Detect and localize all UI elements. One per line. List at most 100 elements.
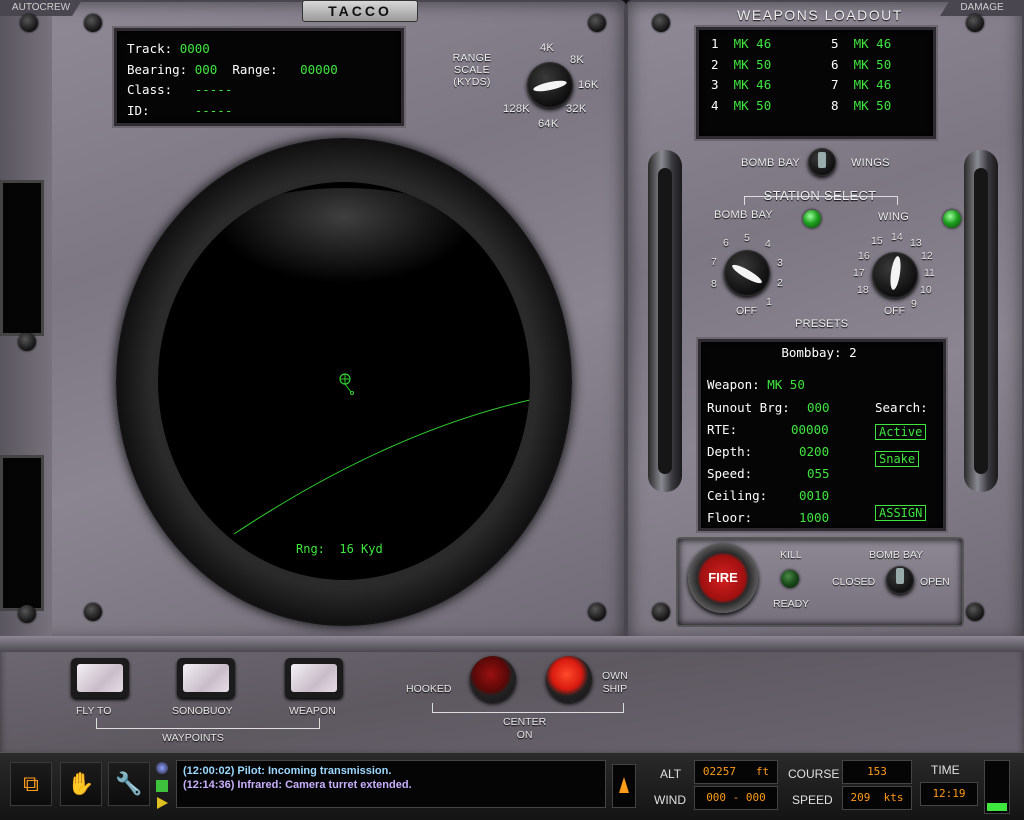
id-label: ID: [127, 102, 150, 118]
course-label: COURSE [788, 767, 840, 781]
crew-button[interactable]: ✋ [60, 762, 102, 806]
kill-label: KILL [780, 549, 802, 561]
weapon-field[interactable]: Weapon: MK 50 [707, 377, 805, 392]
bay-tick-1: 1 [766, 296, 772, 308]
wing-tick-12: 12 [921, 250, 933, 262]
heading-arrow-icon [619, 777, 629, 793]
sonobuoy-button[interactable] [177, 658, 235, 698]
right-handle-slot [974, 168, 988, 474]
wing-tick-9: 9 [911, 298, 917, 310]
loadout-row[interactable]: 5 MK 46 [831, 34, 891, 55]
runout-label: Runout Brg: [707, 400, 790, 415]
scope-plot [233, 373, 530, 535]
track-label: Track: [127, 41, 173, 56]
screw [84, 603, 102, 621]
time-value: 12:19 [920, 782, 978, 806]
tacco-title-plate: TACCO [302, 0, 418, 22]
bomb-bay-toggle-label: BOMB BAY [741, 157, 801, 169]
loadout-row[interactable]: 1 MK 46 [711, 34, 831, 55]
wing-tick-13: 13 [910, 237, 922, 249]
throttle-gauge [984, 760, 1010, 814]
screw [18, 605, 36, 623]
center-own-ship-button[interactable] [546, 656, 592, 702]
message-play-icon[interactable] [157, 797, 168, 809]
bomb-bay-door-label: BOMB BAY [869, 549, 924, 561]
bay-tick-4: 4 [765, 238, 771, 250]
own-ship-label: OWN SHIP [602, 670, 628, 695]
floor-value[interactable]: 1000 [799, 510, 829, 525]
ceiling-value[interactable]: 0010 [799, 488, 829, 503]
center-on-label: CENTER ON [503, 716, 547, 741]
autocrew-tab-label: AUTOCREW [11, 2, 71, 13]
runout-value[interactable]: 000 [807, 400, 830, 415]
station-select-bracket [744, 196, 898, 205]
range-tick-64k: 64K [538, 118, 559, 130]
wind-value: 000 - 000 [694, 786, 778, 810]
screw [20, 14, 38, 32]
bearing-label: Bearing: [127, 61, 188, 77]
loadout-row[interactable]: 7 MK 46 [831, 75, 891, 96]
loadout-row[interactable]: 6 MK 50 [831, 55, 891, 76]
own-ship-heading [350, 391, 354, 395]
loadout-row[interactable]: 8 MK 50 [831, 96, 891, 117]
message-mode-icon-green[interactable] [156, 780, 168, 792]
tacco-title: TACCO [328, 3, 392, 19]
wing-tick-17: 17 [853, 267, 865, 279]
screw [966, 603, 984, 621]
range-label: Range: [232, 61, 278, 77]
floor-label: Floor: [707, 510, 753, 525]
bay-tick-2: 2 [777, 277, 783, 289]
depth-value[interactable]: 0200 [799, 444, 829, 459]
search-label: Search: [875, 400, 928, 415]
fire-button[interactable]: FIRE [688, 543, 758, 613]
loadout-row[interactable]: 4 MK 50 [711, 96, 831, 117]
message-log: (12:00:02) Pilot: Incoming transmission.… [176, 760, 606, 808]
waypoints-label: WAYPOINTS [162, 732, 224, 744]
ready-led [781, 570, 799, 588]
snake-search-button[interactable]: Snake [875, 451, 920, 467]
loadout-row[interactable]: 2 MK 50 [711, 55, 831, 76]
fire-label: FIRE [708, 570, 738, 585]
assign-button[interactable]: ASSIGN [875, 505, 927, 521]
center-bracket [432, 703, 624, 713]
time-label: TIME [931, 763, 960, 777]
presets-label: PRESETS [795, 318, 849, 330]
range-tick-16k: 16K [578, 79, 599, 91]
hand-icon: ✋ [67, 771, 95, 796]
range-arc [233, 399, 530, 535]
wing-tick-10: 10 [920, 284, 932, 296]
windows-button[interactable]: ⧉ [10, 762, 52, 806]
bay-tick-7: 7 [711, 256, 717, 268]
center-hooked-button[interactable] [470, 656, 516, 702]
class-label: Class: [127, 82, 173, 97]
fly-to-button[interactable] [71, 658, 129, 698]
throttle-fill [987, 803, 1007, 811]
damage-tab[interactable]: DAMAGE [940, 0, 1024, 16]
hooked-label: HOOKED [406, 683, 452, 695]
class-value: ----- [194, 82, 233, 97]
rte-value[interactable]: 00000 [791, 422, 829, 437]
message-mode-icon-blue[interactable] [156, 762, 168, 774]
loadout-display: 1 MK 46 2 MK 50 3 MK 46 4 MK 50 5 MK 46 … [696, 27, 936, 139]
wing-tick-15: 15 [871, 235, 883, 247]
bay-tick-5: 5 [744, 232, 750, 244]
loadout-row[interactable]: 3 MK 46 [711, 75, 831, 96]
screw [588, 14, 606, 32]
autocrew-tab[interactable]: AUTOCREW [0, 0, 82, 16]
active-search-button[interactable]: Active [875, 424, 927, 440]
ceiling-label: Ceiling: [707, 488, 768, 503]
wing-tick-16: 16 [858, 250, 870, 262]
settings-button[interactable]: 🔧 [108, 762, 150, 806]
bay-tick-8: 8 [711, 278, 717, 290]
weapon-waypoint-button[interactable] [285, 658, 343, 698]
speed-value[interactable]: 055 [807, 466, 830, 481]
station-wing-label: WING [878, 211, 910, 223]
wind-label: WIND [654, 793, 686, 807]
waypoints-bracket [96, 718, 320, 729]
radar-scope[interactable]: Rng: 16 Kyd [158, 182, 530, 580]
wings-toggle-label: WINGS [851, 157, 890, 169]
damage-tab-label: DAMAGE [960, 2, 1004, 13]
bay-tick-6: 6 [723, 237, 729, 249]
range-tick-128k: 128K [503, 103, 530, 115]
screw [588, 603, 606, 621]
